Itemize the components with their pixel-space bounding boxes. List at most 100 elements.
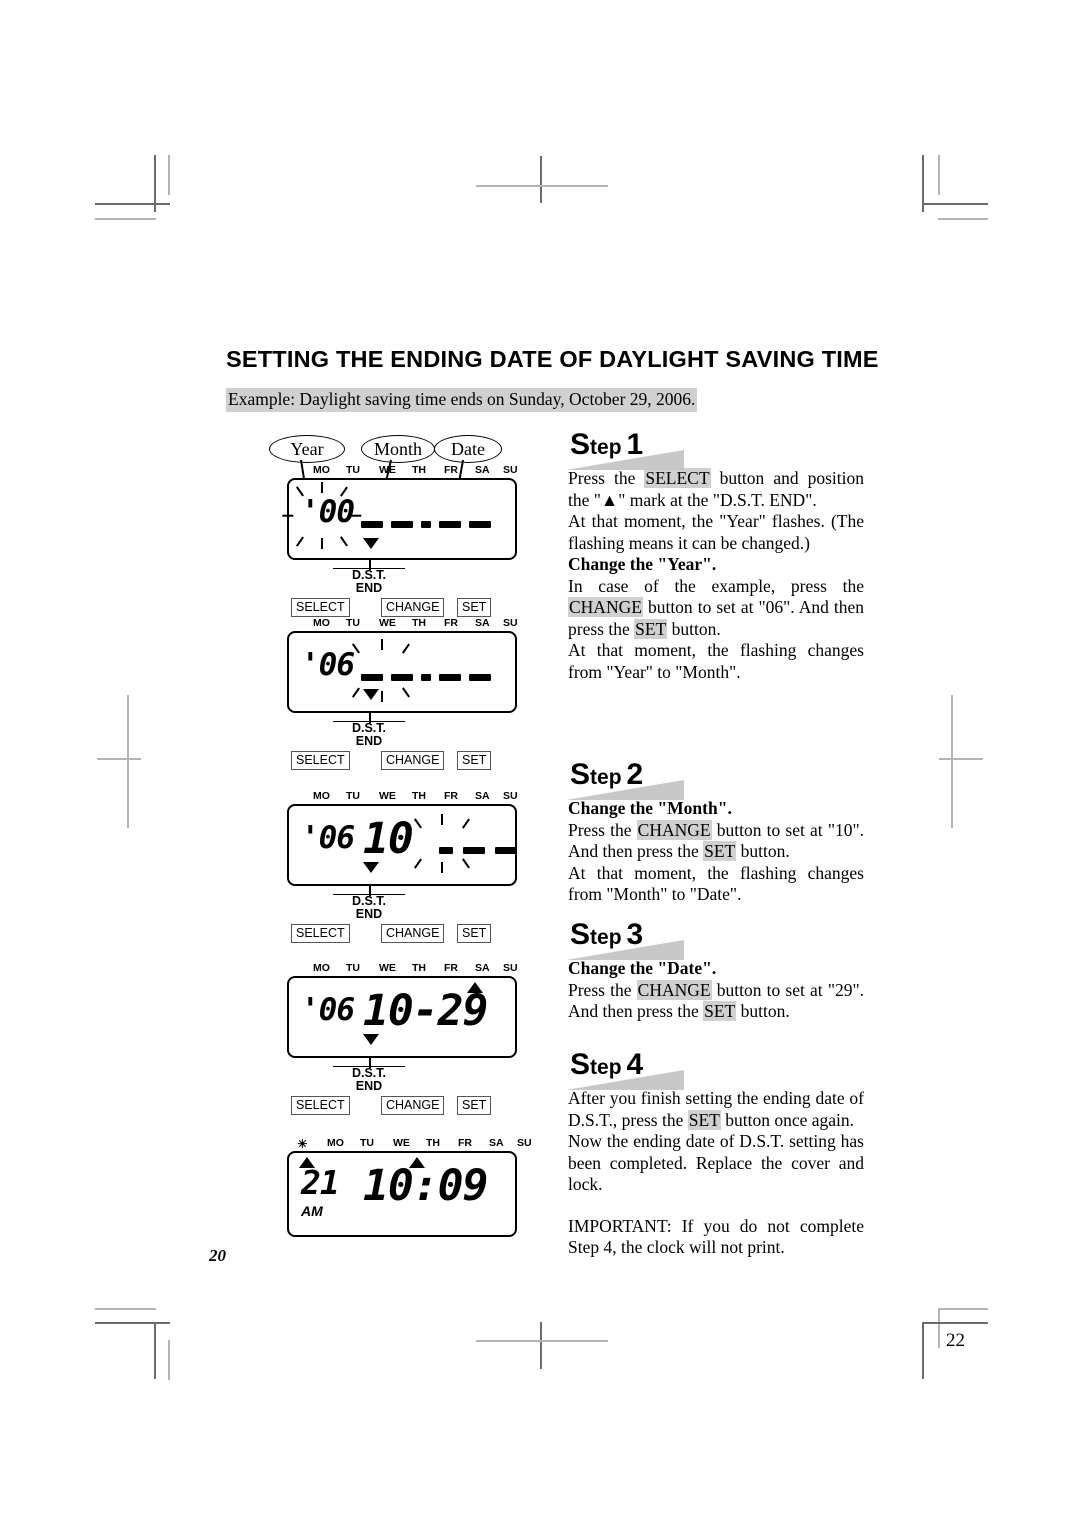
lcd-dash-placeholder (421, 674, 431, 681)
flashing-indicator-mark (381, 639, 383, 650)
step-paragraph: Change the "Month". (568, 798, 864, 820)
set-button[interactable]: SET (457, 924, 492, 943)
inline-button-reference: CHANGE (636, 979, 712, 1000)
day-label-sa: SA (489, 1137, 504, 1149)
step-label-s: S (570, 1048, 591, 1081)
flashing-indicator-mark (321, 482, 323, 493)
callout-year-label: Year (290, 439, 324, 459)
day-label-mo: MO (313, 617, 330, 629)
day-label-su: SU (503, 464, 518, 476)
step-heading-text: Step 3 (570, 918, 643, 952)
step-number: 3 (626, 918, 644, 951)
set-button[interactable]: SET (457, 598, 492, 617)
change-button[interactable]: CHANGE (381, 598, 445, 617)
flashing-indicator-mark (351, 687, 360, 698)
day-label-we: WE (379, 962, 396, 974)
day-label-tu: TU (346, 962, 360, 974)
step-subheading: Change the "Month". (568, 798, 732, 818)
sun-icon: ☀ (297, 1137, 308, 1151)
day-label-mo: MO (313, 962, 330, 974)
change-button[interactable]: CHANGE (381, 1096, 445, 1115)
day-label-sa: SA (475, 962, 490, 974)
flashing-indicator-mark (413, 858, 422, 869)
step-label-tep: tep (590, 436, 622, 459)
dst-end-label-line1: D.S.T. (333, 721, 405, 735)
change-button[interactable]: CHANGE (381, 751, 445, 770)
flashing-indicator-mark (413, 818, 422, 829)
flashing-indicator-mark (282, 514, 294, 517)
inline-button-reference: SET (634, 618, 668, 639)
day-label-tu: TU (360, 1137, 374, 1149)
page-number-inner: 20 (209, 1246, 226, 1265)
step-block-2: Step 2 Change the "Month". Press the CHANGE… (566, 758, 864, 906)
lcd-dash-placeholder (361, 521, 383, 528)
step-subheading: Change the "Year". (568, 554, 717, 574)
set-button[interactable]: SET (457, 1096, 492, 1115)
flashing-indicator-mark (441, 862, 443, 873)
step-block-4: Step 4 After you finish setting the ending… (566, 1048, 864, 1259)
dst-end-label-line2: END (355, 734, 383, 748)
dst-end-label-line1: D.S.T. (333, 568, 405, 582)
lcd-year-value: '06 (301, 647, 355, 683)
day-of-week-bar: MO TU WE TH FR SA SU (287, 790, 518, 804)
step-paragraph: Press the CHANGE button to set at "29". … (568, 979, 864, 1023)
select-button[interactable]: SELECT (291, 924, 350, 943)
step-text: Press the (568, 468, 645, 488)
day-label-tu: TU (346, 464, 360, 476)
day-of-week-bar: MO TU WE TH FR SA SU (287, 464, 518, 478)
step-paragraph: At that moment, the flashing changes fro… (568, 640, 864, 683)
lcd-screen: 21 10:09 AM (287, 1151, 517, 1237)
day-label-mo: MO (327, 1137, 344, 1149)
select-button[interactable]: SELECT (291, 751, 350, 770)
lcd-year-value: '06 (301, 992, 355, 1028)
callout-date: Date (434, 435, 502, 463)
select-button[interactable]: SELECT (291, 598, 350, 617)
callout-month: Month (361, 435, 435, 463)
step-heading: Step 4 (566, 1048, 864, 1090)
set-button[interactable]: SET (457, 751, 492, 770)
inline-button-reference: CHANGE (568, 597, 643, 617)
dst-end-label: D.S.T. END (333, 894, 405, 921)
example-note: Example: Daylight saving time ends on Su… (226, 388, 698, 412)
step-number: 4 (626, 1048, 644, 1081)
step-heading-text: Step 4 (570, 1048, 643, 1082)
inline-button-reference: SET (703, 841, 737, 861)
day-label-tu: TU (346, 790, 360, 802)
lcd-month-date-value: 10 (363, 814, 414, 864)
step-text: At that moment, the flashing changes fro… (568, 862, 864, 905)
callout-date-label: Date (451, 439, 485, 459)
lcd-screen: '06 (287, 631, 517, 713)
day-label-fr: FR (458, 1137, 472, 1149)
step-paragraph: In case of the example, press the CHANGE… (568, 576, 864, 641)
day-label-th: TH (426, 1137, 440, 1149)
lcd-month-date-value: 10-29 (363, 986, 488, 1036)
step-heading: Step 3 (566, 918, 864, 960)
lcd-dash-placeholder (469, 674, 491, 681)
select-button[interactable]: SELECT (291, 1096, 350, 1115)
day-label-tu: TU (346, 617, 360, 629)
step-text: At that moment, the "Year" flashes. (The… (568, 511, 864, 553)
day-pointer-triangle (299, 1157, 315, 1168)
dst-end-label-line1: D.S.T. (333, 894, 405, 908)
step-label-tep: tep (590, 1056, 622, 1079)
day-label-fr: FR (444, 962, 458, 974)
step-paragraph: Now the ending date of D.S.T. setting ha… (568, 1131, 864, 1196)
dst-end-label: D.S.T. END (333, 568, 405, 595)
lcd-dash-placeholder (391, 674, 413, 681)
lcd-dash-placeholder (391, 521, 413, 528)
step-text: Press the (568, 819, 637, 840)
step-paragraph: Change the "Date". (568, 958, 864, 980)
page-number-outer: 22 (946, 1330, 965, 1351)
step-body: After you finish setting the ending date… (568, 1088, 864, 1259)
flashing-indicator-mark (461, 858, 470, 869)
day-label-we: WE (379, 790, 396, 802)
dst-end-pointer-triangle (363, 862, 379, 873)
callout-month-label: Month (373, 439, 422, 459)
step-heading-text: Step 1 (570, 428, 643, 462)
flashing-indicator-mark (339, 536, 348, 547)
step-paragraph: At that moment, the flashing changes fro… (568, 863, 864, 906)
lcd-dash-placeholder (469, 521, 491, 528)
inline-button-reference: SELECT (644, 468, 711, 488)
lcd-dash-placeholder (463, 847, 485, 854)
change-button[interactable]: CHANGE (381, 924, 445, 943)
